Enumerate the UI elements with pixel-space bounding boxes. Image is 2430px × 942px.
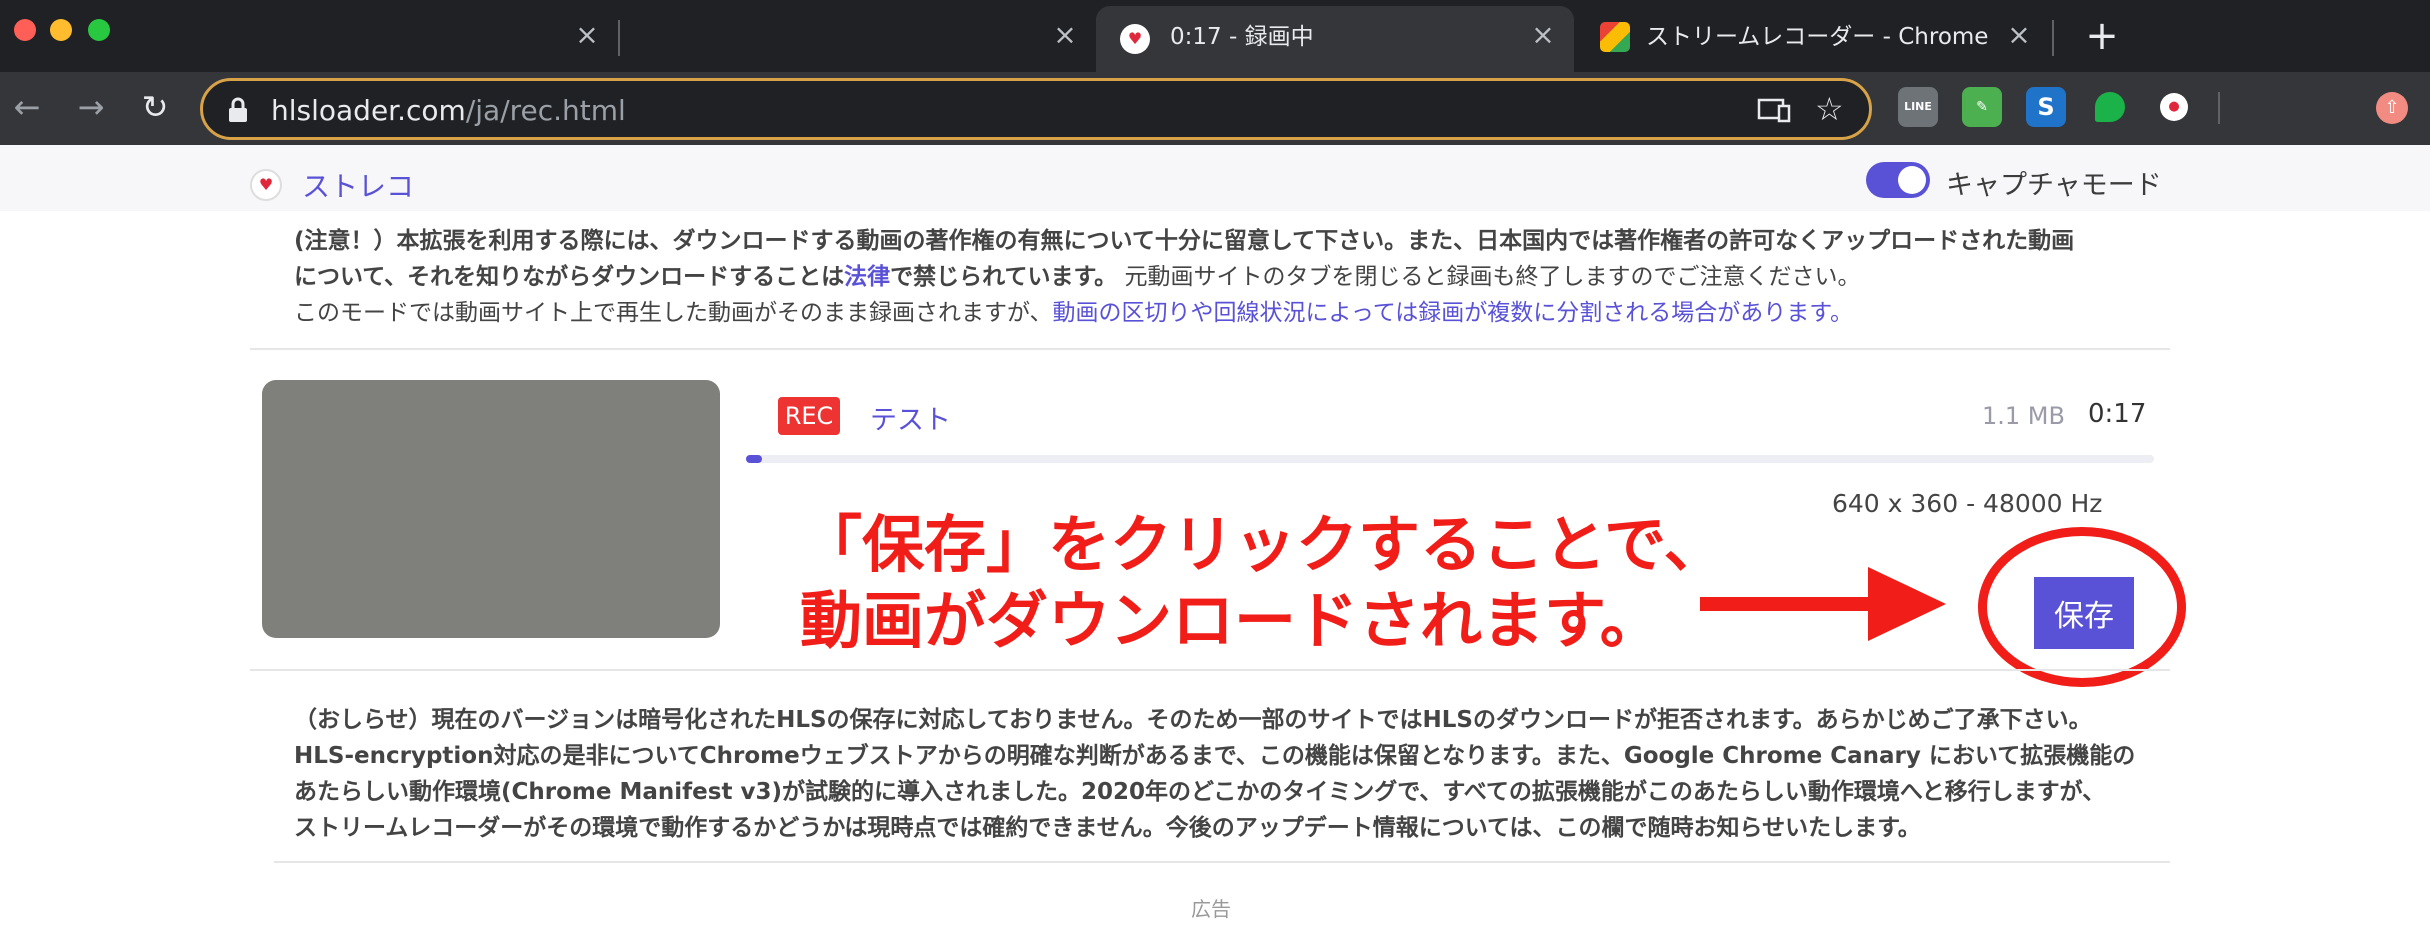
profile-update-icon[interactable]: ⇧ <box>2376 92 2408 124</box>
tab-separator <box>2052 20 2054 56</box>
tab-title: ストリームレコーダー - Chrome ウ <box>1646 24 1990 50</box>
toolbar-separator <box>2218 92 2220 124</box>
annotation-text: 「保存」をクリックすることで、 動画がダウンロードされます。 <box>800 507 1726 659</box>
tab-stream-recorder[interactable]: ストリームレコーダー - Chrome ウ × <box>1578 0 2046 72</box>
divider <box>250 348 2170 350</box>
back-arrow-icon[interactable]: ← <box>6 86 48 128</box>
tab-2[interactable]: × <box>622 0 1092 72</box>
evernote-icon[interactable]: ✎ <box>1962 87 2002 127</box>
law-link[interactable]: 法律 <box>844 264 890 290</box>
url-path: /ja/rec.html <box>465 94 626 127</box>
browser-toolbar: ← → ↻ hlsloader.com/ja/rec.html ☆ LINE ✎… <box>0 72 2430 145</box>
close-icon[interactable]: × <box>1528 20 1558 50</box>
new-tab-button[interactable]: + <box>2080 14 2124 58</box>
line-icon[interactable]: LINE <box>1898 87 1938 127</box>
url-host: hlsloader.com <box>271 94 466 127</box>
notice-text: このモードでは動画サイト上で再生した動画がそのまま録画されますが、 <box>294 300 1053 326</box>
ad-label: 広告 <box>1191 897 1231 921</box>
recording-progress-bar <box>746 455 2154 463</box>
cast-icon[interactable] <box>1757 97 1791 123</box>
app-header: ♥ ストレコ キャプチャモード <box>0 145 2430 211</box>
lock-icon <box>229 97 247 122</box>
capture-mode-label: キャプチャモード <box>1946 170 2162 201</box>
close-icon[interactable]: × <box>572 20 602 50</box>
recording-title[interactable]: テスト <box>870 398 951 437</box>
reload-icon[interactable]: ↻ <box>134 86 176 128</box>
browser-tab-strip: × × ♥ 0:17 - 録画中 × ストリームレコーダー - Chrome ウ… <box>0 0 2430 72</box>
notice-line: このモードでは動画サイト上で再生した動画がそのまま録画されますが、動画の区切りや… <box>294 295 2174 331</box>
tab-recording[interactable]: ♥ 0:17 - 録画中 × <box>1096 6 1574 72</box>
annotation-line: 「保存」をクリックすることで、 <box>800 508 1726 581</box>
forward-arrow-icon[interactable]: → <box>70 86 112 128</box>
window-close-button[interactable] <box>14 19 36 41</box>
notice-line: HLS-encryption対応の是非についてChromeウェブストアからの明確… <box>294 743 2136 769</box>
rec-badge: REC <box>778 397 840 435</box>
brand-name[interactable]: ストレコ <box>302 165 414 205</box>
progress-fill <box>746 455 762 463</box>
window-minimize-button[interactable] <box>50 19 72 41</box>
divider <box>250 669 2170 671</box>
s-icon[interactable]: S <box>2026 87 2066 127</box>
web-store-icon <box>1600 22 1630 52</box>
address-bar[interactable]: hlsloader.com/ja/rec.html ☆ <box>200 78 1872 140</box>
heart-icon: ♥ <box>250 169 282 201</box>
notice-line: (注意！）本拡張を利用する際には、ダウンロードする動画の著作権の有無について十分… <box>294 228 2075 254</box>
close-icon[interactable]: × <box>1050 20 1080 50</box>
notice-text: 元動画サイトのタブを閉じると録画も終了しますのでご注意ください。 <box>1117 264 1861 290</box>
url-text: hlsloader.com/ja/rec.html <box>271 94 626 127</box>
notice-line: ストリームレコーダーがその環境で動作するかどうかは現時点では確約できません。今後… <box>294 815 1921 841</box>
tab-1[interactable]: × <box>140 0 610 72</box>
recording-time: 0:17 <box>2088 399 2147 429</box>
tab-title: 0:17 - 録画中 <box>1170 24 1314 50</box>
top-notice: (注意！）本拡張を利用する際には、ダウンロードする動画の著作権の有無について十分… <box>294 223 2174 331</box>
video-meta: 640 x 360 - 48000 Hz <box>1832 489 2103 518</box>
notice-line: について、それを知りながらダウンロードすることは法律で禁じられています。 元動画… <box>294 259 2174 295</box>
strec-icon[interactable]: ● <box>2154 87 2194 127</box>
page-content: ♥ ストレコ キャプチャモード (注意！）本拡張を利用する際には、ダウンロードす… <box>0 145 2430 942</box>
capture-mode-toggle[interactable] <box>1866 162 1930 198</box>
notice-line: あたらしい動作環境(Chrome Manifest v3)が試験的に導入されまし… <box>294 779 2106 805</box>
tab-title <box>642 20 1022 54</box>
split-recording-link[interactable]: 動画の区切りや回線状況によっては録画が複数に分割される場合があります。 <box>1053 300 1853 326</box>
video-thumbnail[interactable] <box>262 380 720 638</box>
annotation-line: 動画がダウンロードされます。 <box>800 584 1662 657</box>
star-icon[interactable]: ☆ <box>1815 91 1844 127</box>
close-icon[interactable]: × <box>2004 20 2034 50</box>
tab-title <box>160 20 540 54</box>
window-zoom-button[interactable] <box>88 19 110 41</box>
bottom-notice: （おしらせ）現在のバージョンは暗号化されたHLSの保存に対応しておりません。その… <box>294 702 2174 846</box>
file-size: 1.1 MB <box>1982 402 2065 430</box>
notice-text: について、それを知りながらダウンロードすることは <box>294 264 845 290</box>
chat-icon[interactable] <box>2090 87 2130 127</box>
divider <box>274 861 2170 863</box>
annotation-arrow-icon <box>1700 567 1946 641</box>
heart-icon: ♥ <box>1120 24 1150 54</box>
toggle-knob <box>1898 166 1926 194</box>
notice-text: で禁じられています。 <box>890 264 1118 290</box>
notice-line: （おしらせ）現在のバージョンは暗号化されたHLSの保存に対応しておりません。その… <box>294 707 2092 733</box>
save-button[interactable]: 保存 <box>2034 577 2134 649</box>
tab-separator <box>618 20 620 56</box>
